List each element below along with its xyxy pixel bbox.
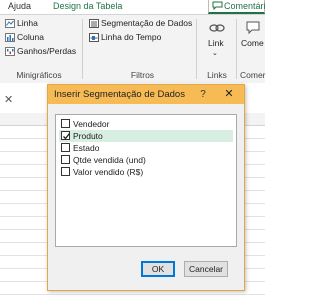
- ribbon: Linha Coluna Ganhos/Perdas Minigráficos …: [0, 14, 266, 84]
- new-comment-icon: [246, 21, 260, 34]
- list-item[interactable]: Produto: [59, 130, 233, 142]
- list-item[interactable]: Estado: [59, 142, 233, 154]
- cancel-button[interactable]: Cancelar: [184, 261, 228, 277]
- gridline: [0, 294, 265, 295]
- ok-button[interactable]: OK: [141, 261, 175, 277]
- comments-label: Comentári: [224, 1, 266, 11]
- checkbox[interactable]: [61, 167, 70, 176]
- group-divider: [82, 19, 83, 79]
- chevron-down-icon: ⌄: [212, 50, 218, 57]
- field-label: Qtde vendida (und): [73, 155, 146, 165]
- column-sparkline-icon: [5, 33, 15, 42]
- group-label-comments: Comer: [240, 70, 266, 80]
- comment-icon: [212, 1, 223, 10]
- slicer-icon: [89, 19, 99, 28]
- field-label: Vendedor: [73, 119, 110, 129]
- close-icon[interactable]: ✕: [218, 86, 240, 102]
- cancel-icon[interactable]: ✕: [4, 93, 13, 106]
- help-button[interactable]: ?: [198, 89, 208, 100]
- tab-table-design[interactable]: Design da Tabela: [53, 0, 122, 12]
- tab-help[interactable]: Ajuda: [8, 0, 31, 12]
- group-divider: [236, 19, 237, 79]
- checkbox[interactable]: [61, 155, 70, 164]
- sparkline-winloss-label: Ganhos/Perdas: [17, 46, 77, 56]
- field-label: Valor vendido (R$): [73, 167, 144, 177]
- insert-slicer-dialog: Inserir Segmentação de Dados ? ✕ Vendedo…: [47, 84, 245, 291]
- sparkline-column-label: Coluna: [17, 32, 44, 42]
- winloss-sparkline-icon: [5, 47, 15, 56]
- link-button[interactable]: Link ⌄: [202, 21, 232, 61]
- line-sparkline-icon: [5, 19, 15, 28]
- ribbon-tab-bar: Ajuda Design da Tabela Comentári: [0, 0, 266, 14]
- new-comment-button[interactable]: Come: [241, 21, 265, 51]
- fields-list: Vendedor Produto Estado Qtde vendida (un…: [55, 114, 237, 247]
- timeline-icon: [89, 33, 99, 42]
- dialog-title: Inserir Segmentação de Dados: [54, 89, 185, 100]
- dialog-titlebar[interactable]: Inserir Segmentação de Dados ? ✕: [48, 85, 244, 104]
- checkbox[interactable]: [61, 143, 70, 152]
- group-label-sparklines: Minigráficos: [16, 70, 62, 80]
- field-label: Estado: [73, 143, 100, 153]
- field-label: Produto: [73, 131, 103, 141]
- comments-button[interactable]: Comentári: [208, 0, 266, 14]
- group-divider: [196, 19, 197, 79]
- group-label-links: Links: [207, 70, 227, 80]
- list-item[interactable]: Qtde vendida (und): [59, 154, 233, 166]
- check-icon: [63, 133, 71, 140]
- new-comment-label: Come: [241, 38, 264, 48]
- checkbox[interactable]: [61, 131, 71, 140]
- checkbox[interactable]: [61, 119, 70, 128]
- link-icon: [209, 24, 225, 32]
- sparkline-line-label: Linha: [17, 18, 38, 28]
- group-label-filters: Filtros: [130, 70, 155, 80]
- list-item[interactable]: Vendedor: [59, 118, 233, 130]
- list-item[interactable]: Valor vendido (R$): [59, 166, 233, 178]
- insert-slicer-label: Segmentação de Dados: [101, 18, 193, 28]
- insert-timeline-label: Linha do Tempo: [101, 32, 162, 42]
